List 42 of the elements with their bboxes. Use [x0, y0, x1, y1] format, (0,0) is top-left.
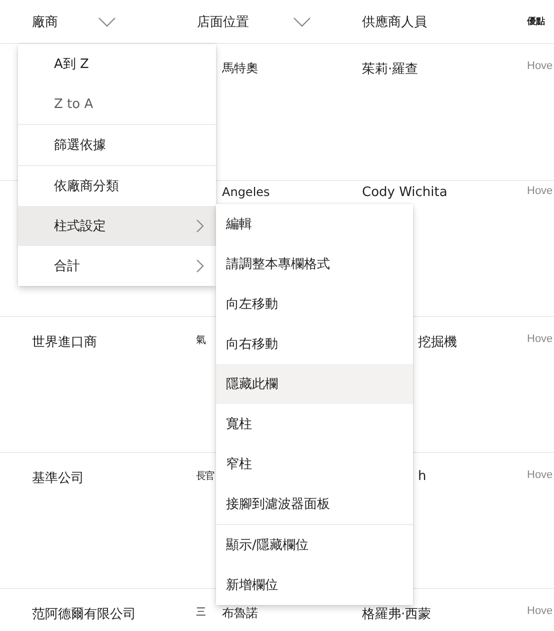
table-cell: Hove: [527, 60, 554, 72]
column-header[interactable]: 優點: [527, 15, 545, 28]
chevron-down-icon[interactable]: [293, 16, 311, 26]
table-cell-text: 基準公司: [32, 470, 85, 487]
menu-item[interactable]: 寬柱: [216, 404, 413, 444]
table-cell-text: Cody Wichita: [362, 185, 448, 200]
table-cell: Hove: [527, 185, 554, 197]
menu-item[interactable]: 合計: [18, 246, 216, 286]
table-cell: Hove: [527, 605, 554, 617]
menu-item[interactable]: 窄柱: [216, 444, 413, 484]
menu-item[interactable]: 隱藏此欄: [216, 364, 413, 404]
table-cell-text: 茱莉·羅查: [362, 61, 420, 78]
table-cell-text: 長官: [196, 470, 215, 483]
column-header[interactable]: 廠商: [32, 12, 58, 30]
menu-item[interactable]: 接腳到濾波器面板: [216, 484, 413, 524]
menu-item[interactable]: 編輯: [216, 204, 413, 244]
table-cell-text: 氣: [196, 334, 206, 347]
table-cell: Hove: [527, 333, 554, 345]
table-cell-text: 馬特奧: [222, 60, 259, 77]
table-cell: Hove: [527, 469, 554, 481]
table-cell-text: 挖掘機: [418, 334, 458, 351]
column-header[interactable]: 供應商人員: [362, 12, 427, 30]
chevron-right-icon: [196, 219, 204, 233]
table-cell-text: 布魯諾: [222, 605, 259, 622]
menu-item[interactable]: 向左移動: [216, 284, 413, 324]
menu-item[interactable]: 顯示/隱藏欄位: [216, 525, 413, 565]
column-header[interactable]: 店面位置: [197, 12, 249, 30]
menu-item[interactable]: 請調整本專欄格式: [216, 244, 413, 284]
table-cell-text: Angeles: [222, 185, 271, 199]
table-cell-text: 格羅弗·西蒙: [362, 606, 432, 623]
menu-item[interactable]: 向右移動: [216, 324, 413, 364]
chevron-right-icon: [196, 259, 204, 273]
table-cell-text: 范阿德爾有限公司: [32, 606, 137, 623]
menu-item[interactable]: A到 Z: [18, 44, 216, 84]
menu-item[interactable]: 篩選依據: [18, 125, 216, 165]
table-cell-text: 三: [196, 606, 206, 620]
table-cell-text: h: [418, 469, 428, 484]
menu-item[interactable]: 柱式設定: [18, 206, 216, 246]
menu-item[interactable]: 依廠商分類: [18, 166, 216, 206]
table-cell-text: 世界進口商: [32, 334, 98, 351]
chevron-down-icon[interactable]: [98, 16, 116, 26]
menu-item[interactable]: 新增欄位: [216, 565, 413, 605]
